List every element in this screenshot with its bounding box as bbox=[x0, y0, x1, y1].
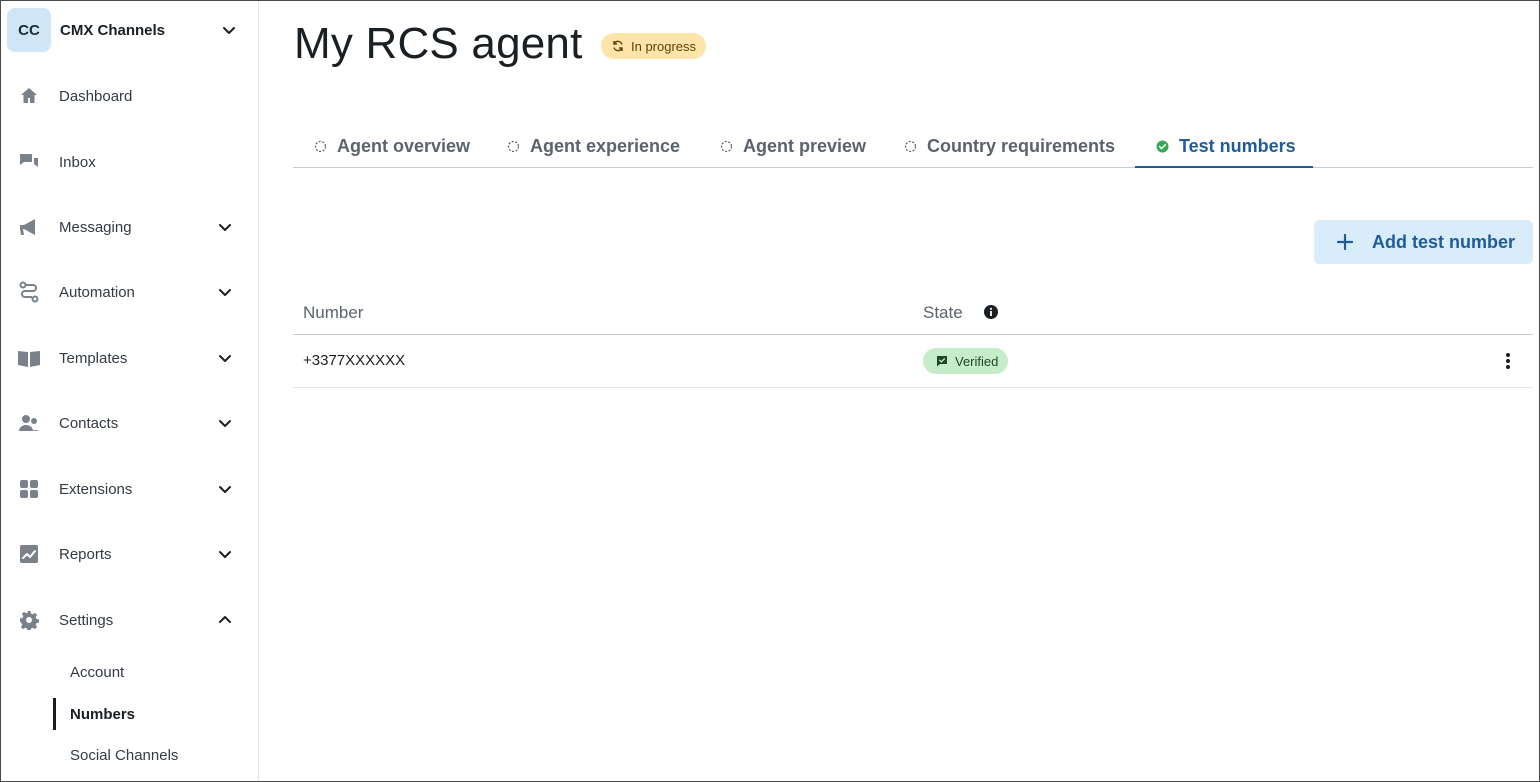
chevron-down-icon[interactable] bbox=[213, 215, 237, 239]
route-icon bbox=[17, 280, 41, 304]
chevron-down-icon[interactable] bbox=[213, 280, 237, 304]
verified-message-icon bbox=[935, 355, 948, 368]
sidebar-subitem-account[interactable]: Account bbox=[70, 664, 124, 681]
sidebar-item-label: Dashboard bbox=[59, 87, 133, 105]
verified-badge: Verified bbox=[923, 348, 1009, 374]
circle-dashed-icon bbox=[719, 139, 733, 153]
sidebar-item-label: Messaging bbox=[59, 218, 132, 236]
sidebar: CC CMX Channels Dashboard Inbox Messagin… bbox=[1, 1, 259, 781]
status-text: In progress bbox=[631, 38, 697, 54]
add-test-number-button[interactable]: Add test number bbox=[1314, 220, 1533, 264]
tab-agent-experience[interactable]: Agent experience bbox=[506, 125, 680, 167]
app-window: CC CMX Channels Dashboard Inbox Messagin… bbox=[0, 0, 1540, 782]
sidebar-item-label: Automation bbox=[59, 283, 135, 301]
sidebar-item-label: Inbox bbox=[59, 153, 96, 171]
chevron-up-icon[interactable] bbox=[213, 608, 237, 632]
chat-bubbles-icon bbox=[17, 150, 41, 174]
active-indicator bbox=[53, 698, 56, 730]
sidebar-item-inbox[interactable]: Inbox bbox=[1, 140, 258, 184]
chevron-down-icon[interactable] bbox=[213, 346, 237, 370]
column-header-number: Number bbox=[303, 303, 364, 322]
circle-dashed-icon bbox=[903, 139, 917, 153]
sidebar-item-dashboard[interactable]: Dashboard bbox=[1, 74, 258, 118]
sidebar-item-contacts[interactable]: Contacts bbox=[1, 401, 258, 445]
sidebar-subitem-social-channels[interactable]: Social Channels bbox=[70, 747, 178, 764]
tab-label: Country requirements bbox=[927, 135, 1116, 156]
megaphone-icon bbox=[17, 215, 41, 239]
sidebar-item-messaging[interactable]: Messaging bbox=[1, 205, 258, 249]
sidebar-item-label: Reports bbox=[59, 545, 112, 563]
sidebar-item-label: Settings bbox=[59, 611, 114, 629]
info-icon[interactable] bbox=[983, 304, 999, 320]
sidebar-item-templates[interactable]: Templates bbox=[1, 336, 258, 380]
tab-test-numbers[interactable]: Test numbers bbox=[1155, 125, 1296, 167]
table-row[interactable]: +3377XXXXXX Verified bbox=[293, 335, 1533, 388]
sidebar-item-label: Templates bbox=[59, 349, 128, 367]
circle-dashed-icon bbox=[313, 139, 327, 153]
sidebar-subitem-numbers[interactable]: Numbers bbox=[70, 706, 135, 723]
chevron-down-icon[interactable] bbox=[217, 18, 241, 42]
add-test-number-label: Add test number bbox=[1372, 231, 1516, 252]
more-options-icon[interactable] bbox=[1496, 349, 1520, 373]
main-content: My RCS agent In progress Agent overview … bbox=[259, 1, 1539, 781]
tab-label: Agent experience bbox=[530, 135, 681, 156]
sidebar-item-label: Extensions bbox=[59, 480, 133, 498]
check-circle-icon bbox=[1155, 139, 1169, 153]
state-text: Verified bbox=[955, 353, 999, 369]
book-open-icon bbox=[17, 346, 41, 370]
table-header: Number State bbox=[293, 291, 1533, 335]
sidebar-item-automation[interactable]: Automation bbox=[1, 270, 258, 314]
tab-bar: Agent overview Agent experience Agent pr… bbox=[293, 125, 1533, 168]
org-switcher[interactable]: CC CMX Channels bbox=[7, 7, 253, 53]
column-header-state: State bbox=[923, 303, 963, 322]
sync-icon bbox=[611, 39, 625, 53]
tab-country-requirements[interactable]: Country requirements bbox=[903, 125, 1115, 167]
page-title: My RCS agent bbox=[294, 19, 583, 68]
org-avatar: CC bbox=[7, 8, 51, 52]
sidebar-item-label: Contacts bbox=[59, 414, 119, 432]
home-icon bbox=[17, 84, 41, 108]
apps-grid-icon bbox=[17, 477, 41, 501]
status-badge: In progress bbox=[601, 33, 707, 59]
chart-trend-icon bbox=[17, 542, 41, 566]
active-tab-indicator bbox=[1135, 166, 1313, 168]
sidebar-item-extensions[interactable]: Extensions bbox=[1, 467, 258, 511]
gear-icon bbox=[17, 608, 41, 632]
chevron-down-icon[interactable] bbox=[213, 411, 237, 435]
tab-label: Agent preview bbox=[743, 135, 867, 156]
test-number-value: +3377XXXXXX bbox=[303, 352, 406, 369]
tab-agent-overview[interactable]: Agent overview bbox=[313, 125, 470, 167]
org-name: CMX Channels bbox=[60, 21, 166, 39]
tab-label: Agent overview bbox=[337, 135, 471, 156]
test-numbers-table: Number State +3377XXXXXX Verified bbox=[293, 291, 1533, 388]
chevron-down-icon[interactable] bbox=[213, 477, 237, 501]
chevron-down-icon[interactable] bbox=[213, 542, 237, 566]
tab-label: Test numbers bbox=[1179, 135, 1296, 156]
circle-dashed-icon bbox=[506, 139, 520, 153]
tab-agent-preview[interactable]: Agent preview bbox=[719, 125, 866, 167]
plus-icon bbox=[1335, 232, 1355, 252]
people-icon bbox=[17, 411, 41, 435]
sidebar-item-settings[interactable]: Settings bbox=[1, 598, 258, 642]
sidebar-item-reports[interactable]: Reports bbox=[1, 532, 258, 576]
